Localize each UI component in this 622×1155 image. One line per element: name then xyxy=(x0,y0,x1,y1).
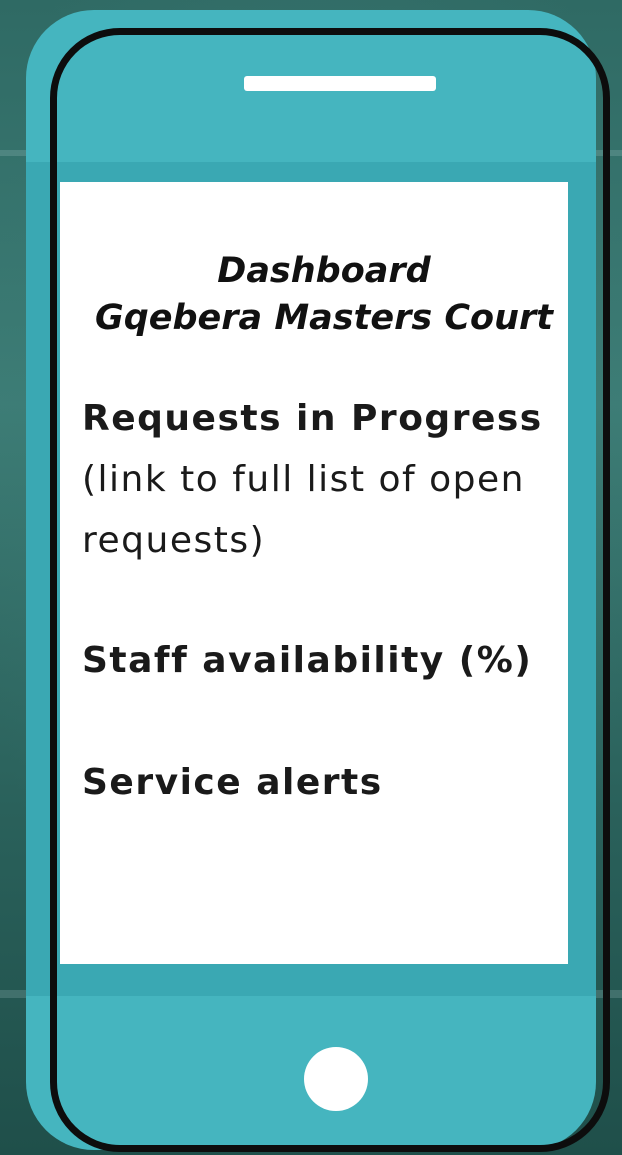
open-requests-link[interactable]: (link to full list of open requests) xyxy=(82,459,525,561)
page-title: Dashboard xyxy=(217,251,431,291)
phone-outline xyxy=(50,28,610,1152)
court-name: Gqebera Masters Court xyxy=(94,298,554,338)
staff-availability-item[interactable]: Staff availability (%) xyxy=(82,640,532,681)
service-alerts-item[interactable]: Service alerts xyxy=(82,762,383,803)
dashboard-header: Dashboard Gqebera Masters Court xyxy=(60,248,588,342)
requests-in-progress-label: Requests in Progress xyxy=(82,398,543,439)
requests-in-progress-item[interactable]: Requests in Progress (link to full list … xyxy=(82,388,572,571)
